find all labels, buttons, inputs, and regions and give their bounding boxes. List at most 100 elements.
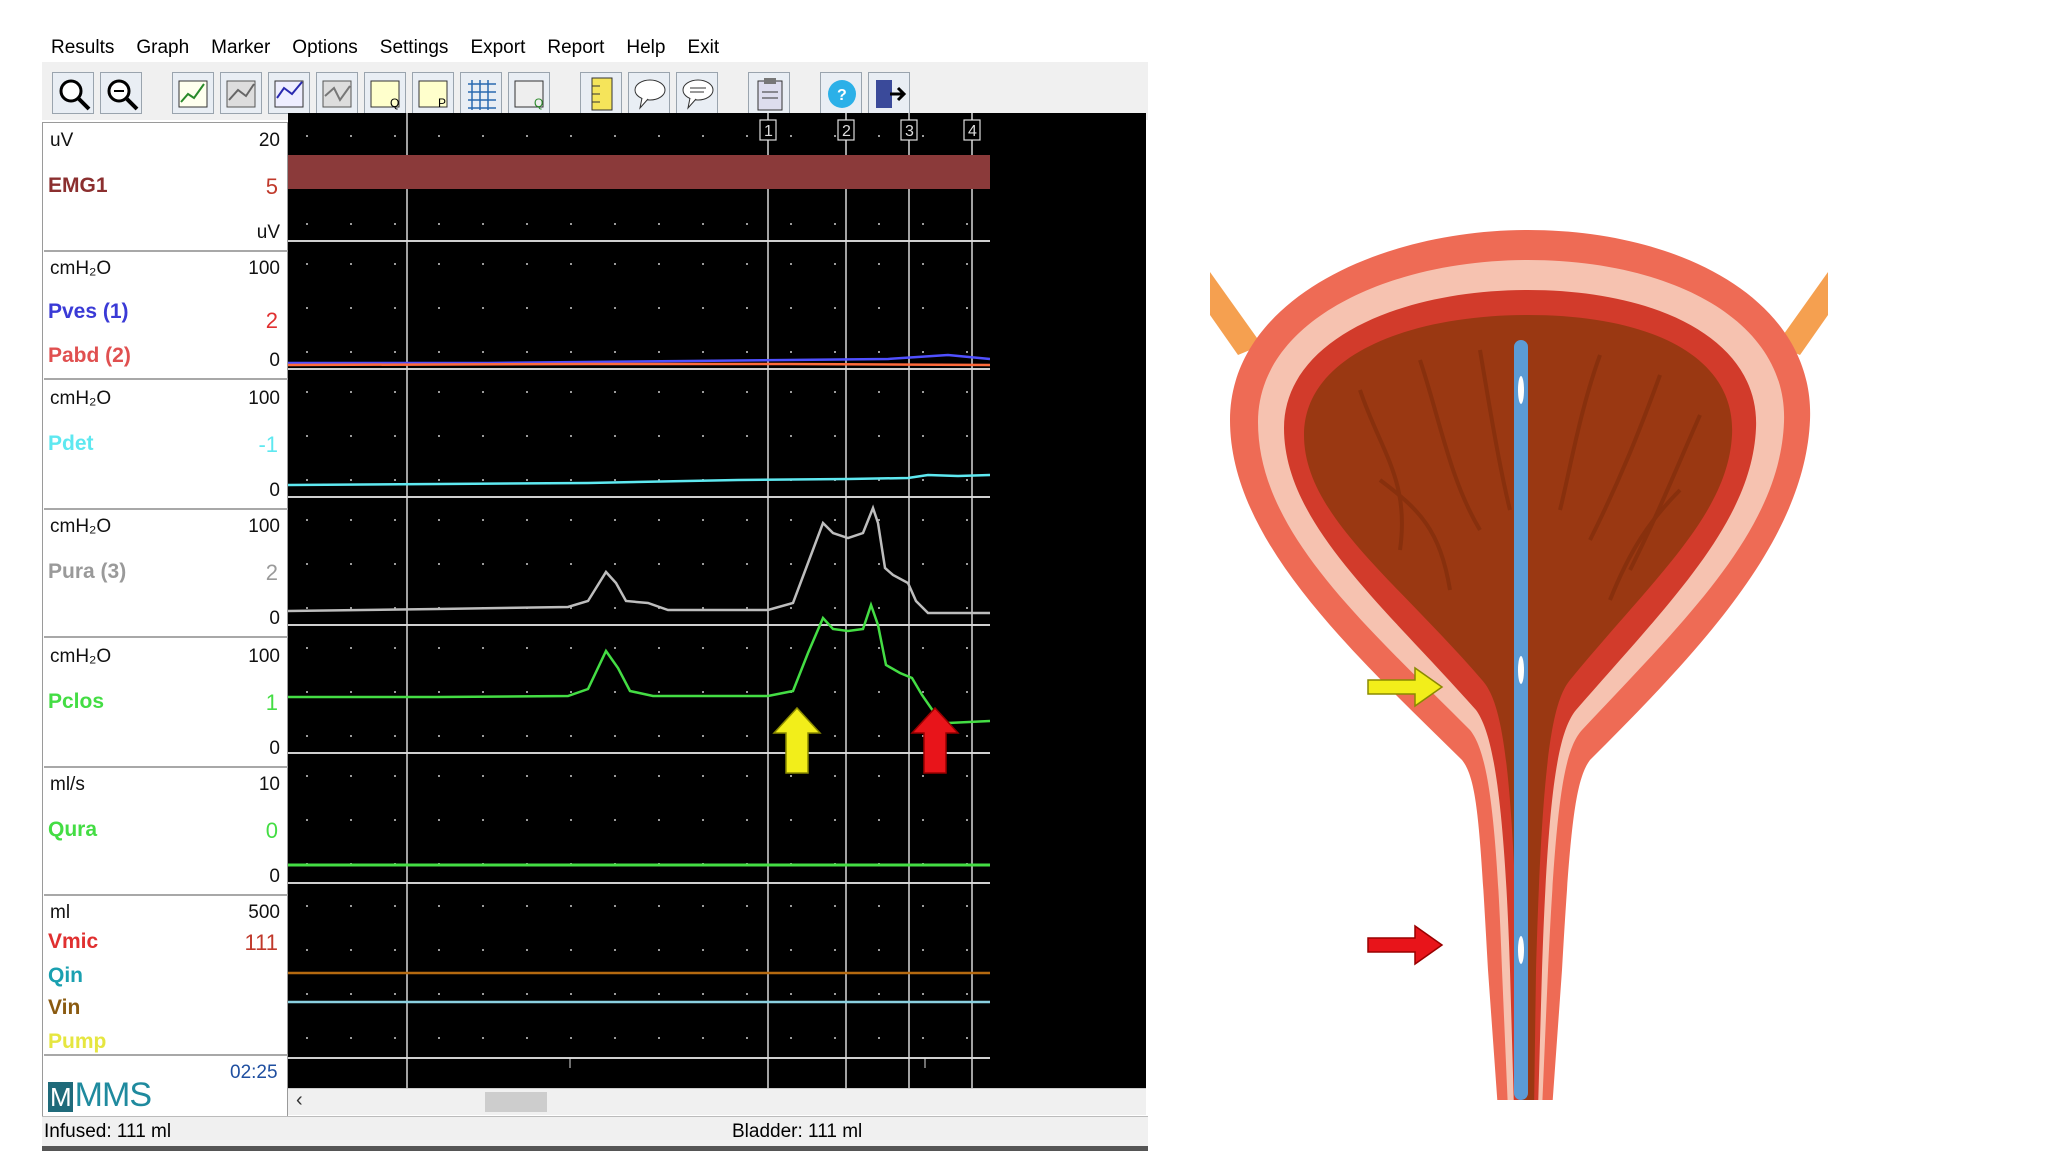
grid-dot <box>526 949 528 951</box>
menu-bar: Results Graph Marker Options Settings Ex… <box>40 30 730 66</box>
channel-label-5[interactable]: ml/s 10 Qura 0 0 <box>44 768 288 896</box>
comment-button[interactable] <box>628 72 670 114</box>
grid-dot <box>702 263 704 265</box>
grid-dot <box>526 223 528 225</box>
grid-dot <box>350 1037 352 1039</box>
grid-dot <box>570 479 572 481</box>
grid-dot <box>790 223 792 225</box>
channel-label-3[interactable]: cmH₂O 100 Pura (3) 2 0 <box>44 510 288 638</box>
grid-dot <box>306 735 308 737</box>
grid-dot <box>306 1037 308 1039</box>
grid-dot <box>350 905 352 907</box>
scroll-thumb[interactable] <box>485 1092 547 1112</box>
grid-dot <box>790 647 792 649</box>
grid-dot <box>702 135 704 137</box>
clipboard-button[interactable] <box>748 72 790 114</box>
grid-dot <box>878 607 880 609</box>
q-marker-button[interactable]: Q <box>364 72 406 114</box>
grid-dot <box>394 775 396 777</box>
grid-dot <box>658 993 660 995</box>
grid-dot <box>746 263 748 265</box>
channel-label-1[interactable]: cmH₂O 100 Pves (1) Pabd (2) 2 0 <box>44 252 288 380</box>
channel-label-0[interactable]: uV 20 EMG1 5 uV <box>44 124 288 252</box>
menu-report[interactable]: Report <box>536 37 615 59</box>
grid-dot <box>438 135 440 137</box>
menu-results[interactable]: Results <box>40 37 125 59</box>
channel-value: 5 <box>265 174 278 199</box>
grid-dot <box>966 391 968 393</box>
help-globe-button[interactable]: ? <box>820 72 862 114</box>
svg-text:Q: Q <box>390 96 399 110</box>
comments-button[interactable] <box>676 72 718 114</box>
channel-label-4[interactable]: cmH₂O 100 Pclos 1 0 <box>44 640 288 768</box>
q-graph-button[interactable]: Q <box>508 72 550 114</box>
menu-help[interactable]: Help <box>615 37 676 59</box>
grid-dot <box>658 949 660 951</box>
grid-button[interactable] <box>460 72 502 114</box>
grid-dot <box>614 479 616 481</box>
grid-dot <box>482 351 484 353</box>
catheter-sensor-2 <box>1518 656 1524 684</box>
grid-dot <box>482 775 484 777</box>
ruler-button[interactable] <box>580 72 622 114</box>
menu-exit[interactable]: Exit <box>676 37 730 59</box>
grid-dot <box>394 351 396 353</box>
pura-trace <box>288 504 990 615</box>
grid-dot <box>790 351 792 353</box>
urodynamics-app: Results Graph Marker Options Settings Ex… <box>0 0 2048 1152</box>
grid-dot <box>526 435 528 437</box>
menu-settings[interactable]: Settings <box>369 37 460 59</box>
grid-dot <box>790 775 792 777</box>
grid-dot <box>438 819 440 821</box>
grid-dot <box>306 135 308 137</box>
channel-label-volume[interactable]: ml 500 Vmic Qin Vin Pump 111 <box>44 896 288 1056</box>
grid-dot <box>790 1037 792 1039</box>
grid-dot <box>570 775 572 777</box>
grid-dot <box>526 647 528 649</box>
comments-icon <box>682 79 714 110</box>
channel-max: 500 <box>248 902 280 923</box>
p-marker-button[interactable]: P <box>412 72 454 114</box>
graph-compare-button[interactable] <box>316 72 358 114</box>
channel-max: 100 <box>248 646 280 667</box>
channel-name: Vin <box>48 996 81 1019</box>
zoom-out-button[interactable] <box>100 72 142 114</box>
grid-dot <box>306 351 308 353</box>
grid-dot <box>306 775 308 777</box>
grid-dot <box>834 391 836 393</box>
menu-export[interactable]: Export <box>459 37 536 59</box>
menu-marker[interactable]: Marker <box>200 37 281 59</box>
grid-dot <box>746 691 748 693</box>
grid-dot <box>790 819 792 821</box>
menu-options[interactable]: Options <box>281 37 368 59</box>
grid-dot <box>658 391 660 393</box>
channel-min: 0 <box>269 480 280 501</box>
grid-dot <box>350 307 352 309</box>
grid-dot <box>834 949 836 951</box>
channel-unit: ml/s <box>50 774 85 795</box>
grid-dot <box>922 351 924 353</box>
channel-label-2[interactable]: cmH₂O 100 Pdet -1 0 <box>44 382 288 510</box>
channel-name: EMG1 <box>48 174 108 197</box>
grid-dot <box>790 135 792 137</box>
exit-button[interactable] <box>868 72 910 114</box>
scroll-left-icon[interactable]: ‹ <box>296 1089 303 1112</box>
menu-graph[interactable]: Graph <box>125 37 200 59</box>
grid-dot <box>614 307 616 309</box>
svg-text:P: P <box>438 96 446 110</box>
grid-dot <box>438 949 440 951</box>
grid-dot <box>658 819 660 821</box>
tracing-plot[interactable]: 123402:3002:40 <box>288 113 1146 1088</box>
status-bar: Infused: 111 ml Bladder: 111 ml <box>42 1116 1148 1147</box>
grid-dot <box>966 735 968 737</box>
graph-settings-button[interactable] <box>220 72 262 114</box>
grid-dot <box>614 949 616 951</box>
zoom-in-button[interactable] <box>52 72 94 114</box>
graph-overlay-button[interactable] <box>268 72 310 114</box>
grid-dot <box>702 735 704 737</box>
channel-max: 100 <box>248 258 280 279</box>
horizontal-scrollbar[interactable]: ‹ <box>288 1088 1146 1115</box>
edit-graph-button[interactable] <box>172 72 214 114</box>
grid-dot <box>350 351 352 353</box>
channel-name: Pdet <box>48 432 94 455</box>
